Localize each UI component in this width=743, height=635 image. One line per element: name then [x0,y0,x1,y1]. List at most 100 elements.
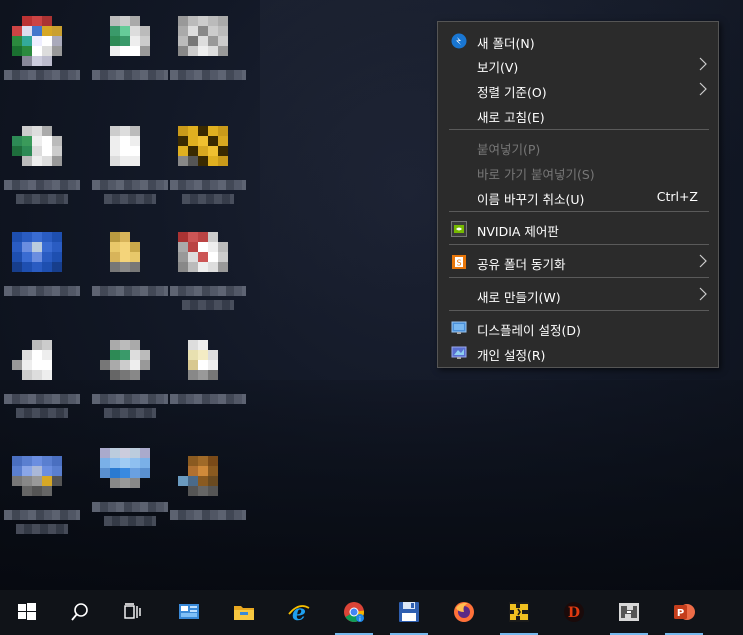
desktop-icon-sheet[interactable] [2,116,82,216]
svg-text:e: e [292,600,306,624]
desktop-icon-chrome[interactable] [2,6,82,106]
gray-file-icon [178,16,238,66]
svg-text:D: D [568,605,580,621]
taskbar-diablo[interactable]: D [551,590,597,635]
menu-item-undo-rename[interactable]: 이름 바꾸기 취소(U) Ctrl+Z [438,185,718,209]
desktop-icon-label [170,394,246,404]
yellow-grid-icon [507,600,531,624]
desktop-icon-yellow-app[interactable] [168,116,248,216]
svg-text:P: P [677,608,684,619]
chevron-right-icon [698,56,708,72]
new-folder-icon [451,33,467,49]
desktop-icon-display[interactable] [90,438,170,538]
chevron-right-icon [698,286,708,302]
desktop-icon-brown[interactable] [168,446,248,546]
desktop-icon-remote[interactable] [2,446,82,546]
start-button[interactable] [4,590,50,635]
menu-item-personalize[interactable]: 개인 설정(R) [438,341,718,365]
desktop-icon-sheet-2[interactable] [90,6,170,106]
menu-item-sort-by[interactable]: 정렬 기준(O) [438,78,718,102]
menu-item-label: 새 폴더(N) [477,36,535,51]
menu-item-shared-folder-sync[interactable]: S 공유 폴더 동기화 [438,250,718,274]
search-button[interactable] [57,590,103,635]
desktop-icon-label-line2 [104,194,156,204]
desktop-context-menu: 새 폴더(N) 보기(V) 정렬 기준(O) 새로 고침(E) 붙여넣기(P) … [437,21,719,368]
desktop-icon-pdf[interactable] [168,222,248,322]
control-panel-icon [177,600,201,624]
desktop-icon-label-line2 [16,408,68,418]
menu-item-display-settings[interactable]: 디스플레이 설정(D) [438,316,718,340]
taskbar-control-panel[interactable] [166,590,212,635]
spreadsheet-icon [12,126,72,176]
floppy-disk-icon [397,600,421,624]
menu-item-new[interactable]: 새로 만들기(W) [438,283,718,307]
menu-separator [449,129,709,130]
document-blue-icon [12,232,72,282]
brown-app-icon [178,456,238,506]
menu-separator [449,310,709,311]
desktop-icon-gray[interactable] [168,6,248,106]
taskbar-powerpoint[interactable]: P [661,590,707,635]
menu-item-label: NVIDIA 제어판 [477,224,559,239]
desktop-icon-label [4,286,80,296]
personalize-icon [451,345,467,361]
menu-item-label: 정렬 기준(O) [477,85,547,100]
menu-separator [449,277,709,278]
desktop-icon-label [170,510,246,520]
menu-item-refresh[interactable]: 새로 고침(E) [438,103,718,127]
powerpoint-icon: P [672,600,696,624]
svg-text:S: S [456,259,461,268]
desktop-icon-label [4,70,80,80]
taskbar-internet-explorer[interactable]: e [276,590,322,635]
taskbar-map-app[interactable] [606,590,652,635]
desktop-icon-label [170,180,246,190]
yellow-grid-icon [178,126,238,176]
desktop-icon-cream[interactable] [168,330,248,430]
menu-item-label: 새로 고침(E) [477,110,545,125]
taskbar-save-app[interactable] [386,590,432,635]
desktop-icon-label [92,180,168,190]
menu-item-label: 이름 바꾸기 취소(U) [477,192,585,207]
menu-separator [449,244,709,245]
display-blue-icon [100,448,160,498]
display-settings-icon [451,320,467,336]
desktop-icon-label [92,394,168,404]
nvidia-icon [451,221,467,237]
menu-item-label: 새로 만들기(W) [477,290,561,305]
document-cream-icon [178,340,238,390]
menu-separator [449,211,709,212]
menu-item-label: 보기(V) [477,60,519,75]
desktop-icon-label [4,180,80,190]
task-view-icon [121,600,145,624]
desktop-icon-word[interactable] [2,222,82,322]
firefox-icon [452,600,476,624]
chrome-icon: i [342,600,366,624]
spreadsheet-icon [100,340,160,390]
menu-item-label: 바로 가기 붙여넣기(S) [477,167,595,182]
desktop-icon-label [92,70,168,80]
menu-item-new-folder[interactable]: 새 폴더(N) [438,29,718,53]
desktop-icon-blank[interactable] [90,116,170,216]
task-view-button[interactable] [110,590,156,635]
taskbar-firefox[interactable] [441,590,487,635]
menu-item-view[interactable]: 보기(V) [438,53,718,77]
desktop-icon-sheet-3[interactable] [90,330,170,430]
desktop-icon-file[interactable] [2,330,82,430]
menu-item-paste[interactable]: 붙여넣기(P) [438,135,718,159]
desktop-icon-label [4,394,80,404]
desktop-icon-label [92,286,168,296]
taskbar-chrome[interactable]: i [331,590,377,635]
menu-item-label: 디스플레이 설정(D) [477,323,581,338]
diablo-icon: D [562,600,586,624]
desktop-icon-folder[interactable] [90,222,170,322]
blank-file-icon [100,126,160,176]
desktop-icon-label-line2 [16,194,68,204]
taskbar-yellow-app[interactable] [496,590,542,635]
menu-item-nvidia-control-panel[interactable]: NVIDIA 제어판 [438,217,718,241]
menu-item-label: 개인 설정(R) [477,348,546,363]
folder-icon [232,600,256,624]
taskbar-file-explorer[interactable] [221,590,267,635]
sync-folder-icon: S [451,254,467,270]
windows-logo-icon [15,600,39,624]
menu-item-paste-shortcut[interactable]: 바로 가기 붙여넣기(S) [438,160,718,184]
